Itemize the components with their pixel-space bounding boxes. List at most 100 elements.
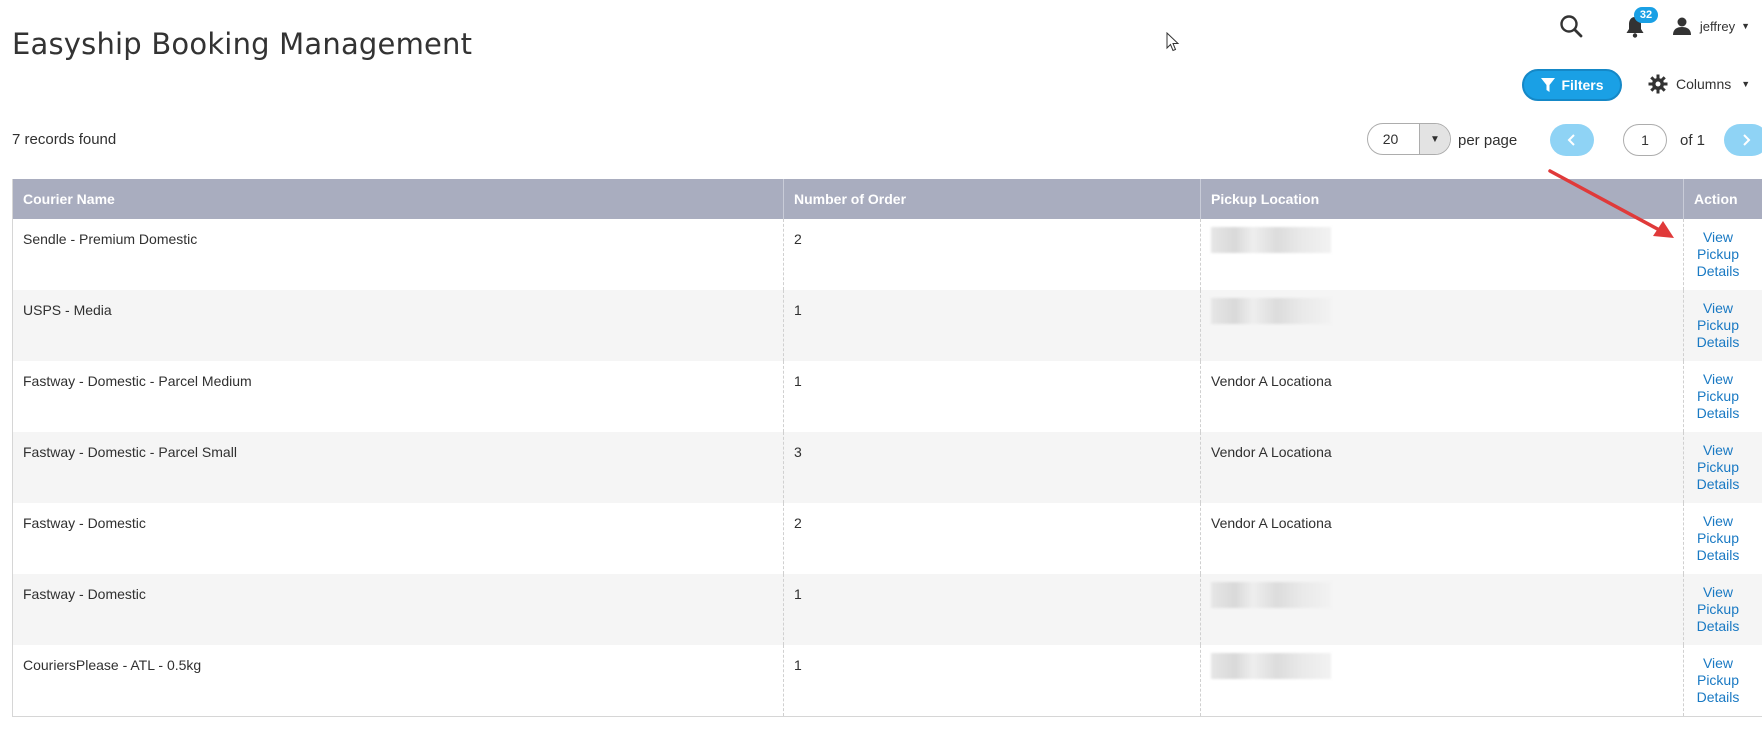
page-total: of 1 [1680, 132, 1706, 149]
action-link-text: View [1702, 442, 1734, 458]
view-pickup-details-link[interactable]: View Pickup Details [1692, 371, 1744, 422]
per-page-select[interactable]: 20 ▼ [1367, 123, 1451, 155]
pickup-location-cell [1200, 574, 1684, 645]
per-page-label: per page [1458, 132, 1518, 149]
action-cell: View Pickup Details [1683, 290, 1762, 361]
action-cell: View Pickup Details [1683, 361, 1762, 432]
next-page-button[interactable] [1724, 124, 1762, 156]
page-title: Easyship Booking Management [12, 27, 473, 62]
courier-name-cell: Fastway - Domestic [12, 574, 784, 645]
filters-label: Filters [1561, 77, 1604, 93]
action-link-text: Pickup [1696, 672, 1740, 688]
action-cell: View Pickup Details [1683, 503, 1762, 574]
action-link-text: Pickup [1696, 601, 1740, 617]
user-icon [1672, 17, 1691, 35]
action-link-text: Pickup [1696, 530, 1740, 546]
annotation-arrow [1548, 169, 1674, 238]
notification-count-badge: 32 [1633, 7, 1659, 23]
column-header-action: Action [1683, 179, 1762, 219]
action-link-text: View [1702, 584, 1734, 600]
chevron-right-icon [1743, 134, 1751, 146]
chevron-left-icon [1567, 134, 1575, 146]
caret-down-icon: ▼ [1741, 79, 1751, 89]
per-page-value: 20 [1382, 131, 1399, 147]
previous-page-button[interactable] [1550, 124, 1594, 156]
action-link-text: Pickup [1696, 388, 1740, 404]
table-row: Fastway - Domestic 2 Vendor A Locationa Vie… [12, 503, 1762, 574]
table-row: USPS - Media 1 View Pickup Details [12, 290, 1762, 361]
action-link-text: Details [1696, 263, 1740, 279]
courier-name-cell: Fastway - Domestic [12, 503, 784, 574]
current-page-input[interactable]: 1 [1623, 124, 1667, 156]
pickup-location-cell: Vendor A Locationa [1200, 361, 1684, 432]
redacted-location [1211, 298, 1331, 324]
action-link-text: Details [1696, 689, 1740, 705]
top-actions: 32 jeffrey ▼ [1558, 7, 1750, 42]
courier-name-cell: CouriersPlease - ATL - 0.5kg [12, 645, 784, 717]
courier-name-cell: Fastway - Domestic - Parcel Medium [12, 361, 784, 432]
caret-down-icon: ▼ [1741, 21, 1750, 31]
table-row: CouriersPlease - ATL - 0.5kg 1 View Pickup D… [12, 645, 1762, 717]
view-pickup-details-link[interactable]: View Pickup Details [1692, 584, 1744, 635]
action-link-text: Details [1696, 547, 1740, 563]
grid-header-row: Courier Name Number of Order Pickup Loca… [12, 179, 1762, 219]
action-link-text: Pickup [1696, 459, 1740, 475]
gear-icon [1648, 74, 1668, 94]
number-of-order-cell: 3 [783, 432, 1201, 503]
view-pickup-details-link[interactable]: View Pickup Details [1692, 300, 1744, 351]
table-row: Fastway - Domestic 1 View Pickup Details [12, 574, 1762, 645]
action-cell: View Pickup Details [1683, 219, 1762, 290]
pickup-location-cell [1200, 645, 1684, 717]
dropdown-arrow-icon[interactable]: ▼ [1419, 124, 1450, 154]
number-of-order-cell: 2 [783, 503, 1201, 574]
action-cell: View Pickup Details [1683, 574, 1762, 645]
user-menu[interactable]: jeffrey ▼ [1672, 16, 1750, 36]
pickup-location-cell: Vendor A Locationa [1200, 503, 1684, 574]
column-header-number-of-order[interactable]: Number of Order [783, 179, 1201, 219]
number-of-order-cell: 1 [783, 574, 1201, 645]
view-pickup-details-link[interactable]: View Pickup Details [1692, 229, 1744, 280]
action-link-text: View [1702, 371, 1734, 387]
courier-name-cell: USPS - Media [12, 290, 784, 361]
columns-label: Columns [1676, 76, 1732, 92]
booking-grid: Courier Name Number of Order Pickup Loca… [12, 179, 1762, 717]
view-pickup-details-link[interactable]: View Pickup Details [1692, 513, 1744, 564]
columns-button[interactable]: Columns ▼ [1648, 74, 1750, 94]
mouse-cursor-icon [1166, 32, 1180, 52]
username: jeffrey [1699, 18, 1736, 34]
table-row: Fastway - Domestic - Parcel Medium 1 Vendo… [12, 361, 1762, 432]
action-cell: View Pickup Details [1683, 432, 1762, 503]
search-icon[interactable] [1558, 13, 1584, 39]
courier-name-cell: Fastway - Domestic - Parcel Small [12, 432, 784, 503]
action-link-text: Pickup [1696, 246, 1740, 262]
action-link-text: View [1702, 229, 1734, 245]
courier-name-cell: Sendle - Premium Domestic [12, 219, 784, 290]
filter-icon [1541, 78, 1556, 92]
action-link-text: View [1702, 300, 1734, 316]
action-link-text: View [1702, 513, 1734, 529]
action-cell: View Pickup Details [1683, 645, 1762, 717]
number-of-order-cell: 2 [783, 219, 1201, 290]
number-of-order-cell: 1 [783, 361, 1201, 432]
notifications-button[interactable]: 32 [1624, 7, 1659, 39]
pickup-location-cell [1200, 290, 1684, 361]
table-row: Sendle - Premium Domestic 2 View Pickup Deta… [12, 219, 1762, 290]
action-link-text: Details [1696, 405, 1740, 421]
view-pickup-details-link[interactable]: View Pickup Details [1692, 442, 1744, 493]
filters-button[interactable]: Filters [1522, 69, 1622, 101]
action-link-text: Details [1696, 476, 1740, 492]
pickup-location-cell: Vendor A Locationa [1200, 432, 1684, 503]
action-link-text: Details [1696, 334, 1740, 350]
redacted-location [1211, 227, 1331, 253]
column-header-courier-name[interactable]: Courier Name [12, 179, 784, 219]
redacted-location [1211, 653, 1331, 679]
number-of-order-cell: 1 [783, 290, 1201, 361]
view-pickup-details-link[interactable]: View Pickup Details [1692, 655, 1744, 706]
number-of-order-cell: 1 [783, 645, 1201, 717]
action-link-text: View [1702, 655, 1734, 671]
action-link-text: Details [1696, 618, 1740, 634]
redacted-location [1211, 582, 1331, 608]
action-link-text: Pickup [1696, 317, 1740, 333]
records-found: 7 records found [12, 131, 117, 148]
table-row: Fastway - Domestic - Parcel Small 3 Vendor… [12, 432, 1762, 503]
